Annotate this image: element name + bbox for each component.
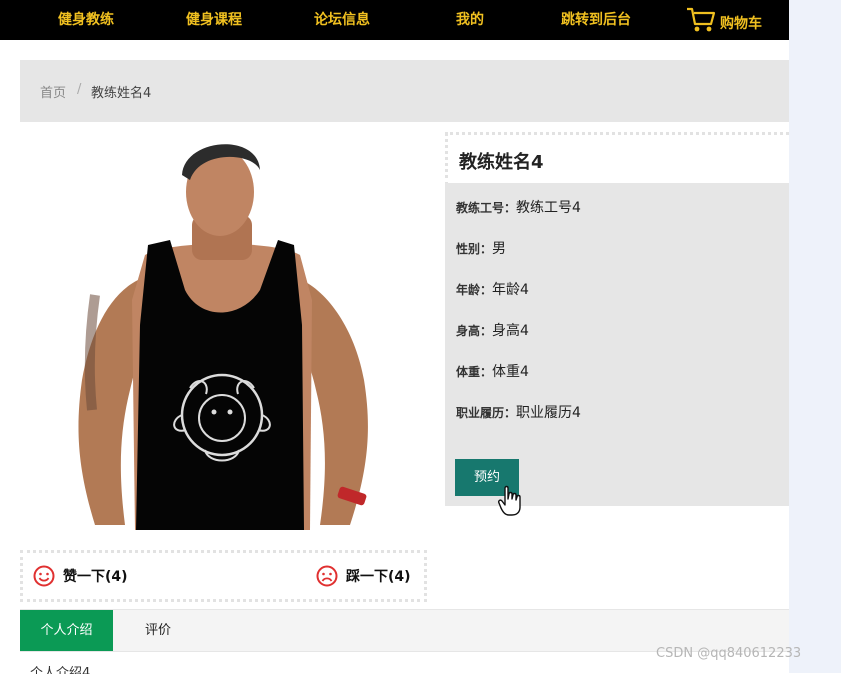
breadcrumb: 首页 / 教练姓名4: [20, 60, 789, 122]
coach-name: 教练姓名4: [459, 152, 544, 173]
info-key: 年龄：: [456, 283, 493, 297]
coach-photo: [20, 130, 425, 530]
cart-link[interactable]: 购物车: [720, 4, 762, 44]
info-row-age: 年龄：年龄4: [456, 279, 529, 299]
info-row-weight: 体重：体重4: [456, 361, 529, 381]
watermark: CSDN @qq840612233: [656, 646, 802, 661]
info-row-id: 教练工号：教练工号4: [456, 197, 581, 217]
info-key: 性别：: [456, 242, 493, 256]
nav-coaches[interactable]: 健身教练: [58, 0, 114, 40]
info-key: 教练工号：: [456, 201, 517, 215]
info-row-career: 职业履历：职业履历4: [456, 402, 581, 422]
tab-bar: 个人介绍 评价: [20, 609, 789, 651]
info-key: 体重：: [456, 365, 493, 379]
nav-mine[interactable]: 我的: [456, 0, 484, 40]
intro-text: 个人介绍4: [30, 666, 91, 674]
info-row-gender: 性别：男: [456, 238, 506, 258]
info-value: 男: [492, 241, 507, 257]
dislike-button[interactable]: 踩一下(4): [346, 566, 411, 586]
info-key: 身高：: [456, 324, 493, 338]
info-value: 体重4: [492, 364, 529, 380]
smile-icon[interactable]: [33, 565, 55, 587]
top-navbar: 健身教练 健身课程 论坛信息 我的 跳转到后台 购物车: [0, 0, 789, 40]
breadcrumb-separator: /: [77, 82, 82, 97]
breadcrumb-home[interactable]: 首页: [40, 82, 66, 101]
like-button[interactable]: 赞一下(4): [63, 566, 128, 586]
coach-info-panel: 教练工号：教练工号4 性别：男 年龄：年龄4 身高：身高4 体重：体重4 职业履…: [445, 183, 789, 516]
nav-forum[interactable]: 论坛信息: [314, 0, 370, 40]
nav-admin[interactable]: 跳转到后台: [561, 0, 631, 40]
vote-box: 赞一下(4) 踩一下(4): [20, 550, 427, 602]
tab-review[interactable]: 评价: [145, 610, 171, 651]
info-row-height: 身高：身高4: [456, 320, 529, 340]
window-edge: [789, 0, 841, 673]
nav-courses[interactable]: 健身课程: [186, 0, 242, 40]
breadcrumb-current: 教练姓名4: [91, 86, 152, 101]
info-value: 职业履历4: [516, 405, 581, 421]
info-value: 教练工号4: [516, 200, 581, 216]
coach-name-box: 教练姓名4: [445, 132, 789, 186]
info-value: 身高4: [492, 323, 529, 339]
info-value: 年龄4: [492, 282, 529, 298]
tab-profile[interactable]: 个人介绍: [20, 610, 113, 651]
hand-cursor-icon: [498, 485, 521, 516]
frown-icon[interactable]: [316, 565, 338, 587]
cart-icon[interactable]: [686, 6, 716, 34]
info-key: 职业履历：: [456, 406, 517, 420]
